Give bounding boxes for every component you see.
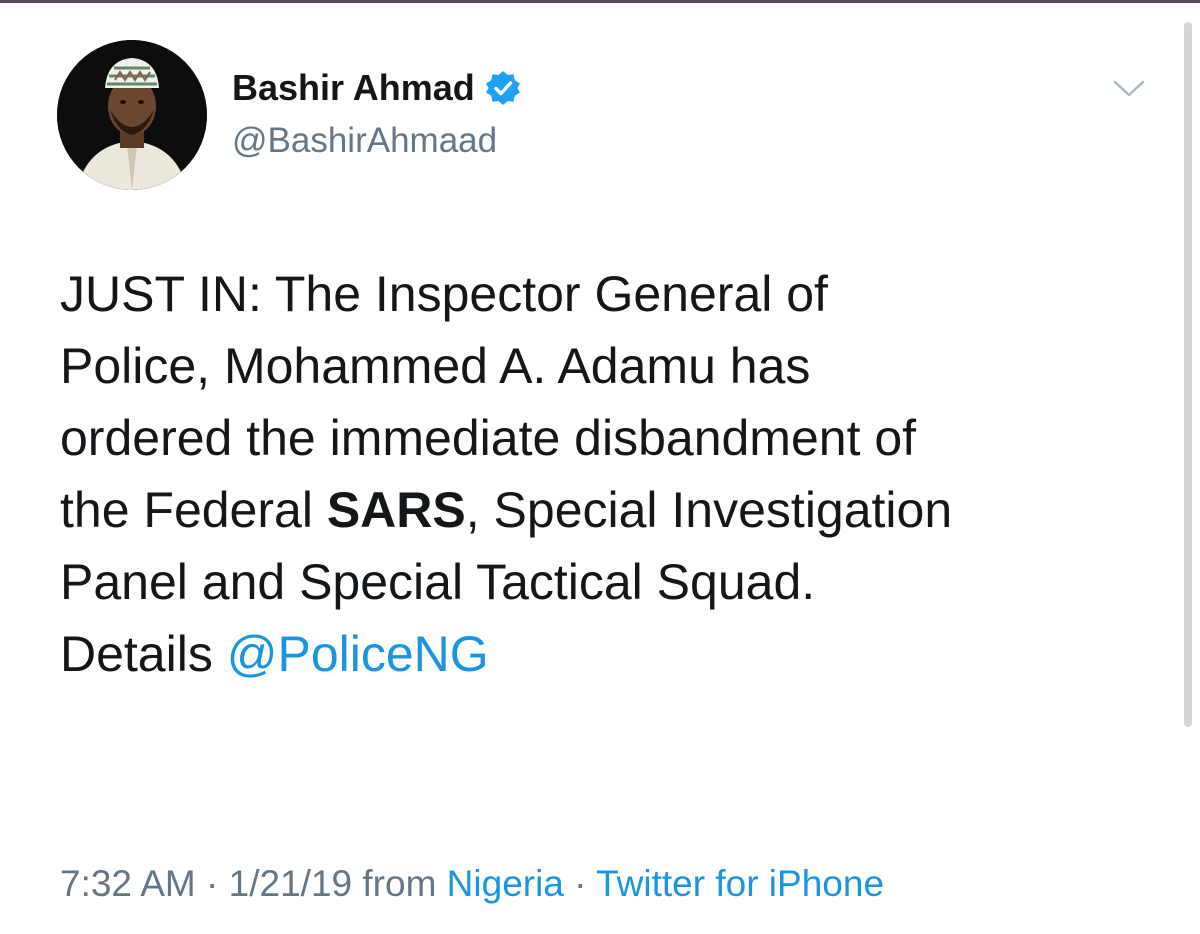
scrollbar[interactable]	[1184, 22, 1192, 727]
tweet-line: Panel and Special Tactical Squad.	[60, 554, 816, 610]
profile-photo-icon	[57, 40, 207, 190]
user-handle[interactable]: @BashirAhmaad	[232, 118, 497, 164]
location-link[interactable]: Nigeria	[447, 863, 564, 904]
tweet-line-text: the Federal	[60, 482, 327, 538]
tweet-text: JUST IN: The Inspector General of Police…	[60, 258, 1170, 690]
avatar[interactable]	[57, 40, 207, 190]
tweet-line: JUST IN: The Inspector General of	[60, 266, 828, 322]
top-divider	[0, 0, 1200, 3]
meta-separator: ·	[563, 863, 597, 904]
tweet-line: Police, Mohammed A. Adamu has	[60, 338, 811, 394]
tweet-line: ordered the immediate disbandment of	[60, 410, 917, 466]
bold-term: SARS	[326, 482, 466, 538]
tweet-line-text: Details	[60, 626, 227, 682]
verified-badge-icon	[485, 70, 521, 106]
chevron-down-icon[interactable]	[1112, 78, 1146, 100]
mention-link[interactable]: @PoliceNG	[227, 626, 489, 682]
tweet-time[interactable]: 7:32 AM	[60, 863, 196, 904]
tweet-line: the Federal SARS, Special Investigation	[60, 474, 1170, 546]
tweet-line: Details @PoliceNG	[60, 618, 1170, 690]
tweet-metadata: 7:32 AM · 1/21/19 from Nigeria · Twitter…	[60, 859, 884, 909]
tweet-date[interactable]: 1/21/19	[229, 863, 352, 904]
user-name-row[interactable]: Bashir Ahmad	[232, 65, 521, 111]
display-name[interactable]: Bashir Ahmad	[232, 65, 475, 111]
tweet-page: Bashir Ahmad @BashirAhmaad JUST IN: The …	[0, 0, 1200, 934]
meta-separator: ·	[195, 863, 229, 904]
from-label: from	[352, 863, 447, 904]
tweet-line-text: , Special Investigation	[465, 482, 953, 538]
source-link[interactable]: Twitter for iPhone	[596, 863, 884, 904]
